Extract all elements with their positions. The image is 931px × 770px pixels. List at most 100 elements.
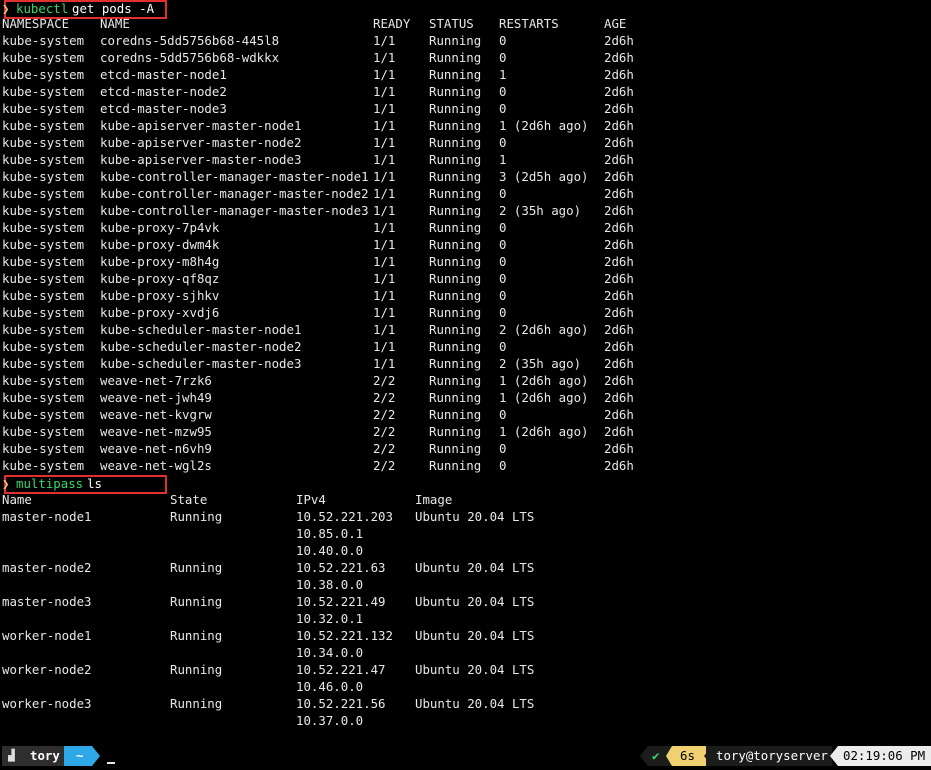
pod-namespace: kube-system (2, 458, 85, 473)
pod-namespace: kube-system (2, 169, 85, 184)
instances-table-header: Name State IPv4 Image (0, 491, 452, 508)
pod-status: Running (429, 322, 482, 337)
pod-name: etcd-master-node1 (100, 67, 227, 82)
pod-name: kube-proxy-sjhkv (100, 288, 220, 303)
col-instance-image-header: Image (415, 492, 453, 507)
instance-image: Ubuntu 20.04 LTS (415, 509, 535, 524)
instance-ipv4: 10.32.0.1 (296, 611, 364, 626)
pod-namespace: kube-system (2, 101, 85, 116)
pod-namespace: kube-system (2, 186, 85, 201)
pod-namespace: kube-system (2, 373, 85, 388)
pod-name: weave-net-jwh49 (100, 390, 212, 405)
col-status-header: STATUS (429, 16, 474, 31)
pod-ready: 2/2 (373, 424, 396, 439)
pod-namespace: kube-system (2, 356, 85, 371)
pod-restarts: 0 (499, 237, 507, 252)
prompt-host: tory@toryserver (716, 748, 828, 763)
pod-restarts: 0 (499, 441, 507, 456)
instance-state: Running (170, 662, 223, 677)
instance-ipv4: 10.40.0.0 (296, 543, 364, 558)
pod-name: kube-scheduler-master-node2 (100, 339, 302, 354)
pod-status: Running (429, 67, 482, 82)
col-instance-name-header: Name (2, 492, 32, 507)
instance-ipv4: 10.38.0.0 (296, 577, 364, 592)
pod-status: Running (429, 118, 482, 133)
pod-name: weave-net-kvgrw (100, 407, 212, 422)
pod-age: 2d6h (604, 101, 634, 116)
pod-namespace: kube-system (2, 237, 85, 252)
pod-ready: 1/1 (373, 101, 396, 116)
pod-age: 2d6h (604, 220, 634, 235)
apple-icon: ▟ (8, 749, 15, 762)
pod-age: 2d6h (604, 322, 634, 337)
instance-name: worker-node1 (2, 628, 92, 643)
text-cursor[interactable] (107, 762, 115, 764)
pod-age: 2d6h (604, 424, 634, 439)
pod-status: Running (429, 271, 482, 286)
pod-ready: 2/2 (373, 458, 396, 473)
pod-namespace: kube-system (2, 203, 85, 218)
pod-age: 2d6h (604, 135, 634, 150)
pod-age: 2d6h (604, 458, 634, 473)
instance-ipv4: 10.52.221.47 (296, 662, 386, 677)
pod-restarts: 0 (499, 254, 507, 269)
pod-restarts: 0 (499, 220, 507, 235)
pod-ready: 2/2 (373, 390, 396, 405)
pod-ready: 1/1 (373, 356, 396, 371)
pod-ready: 1/1 (373, 50, 396, 65)
pod-status: Running (429, 50, 482, 65)
pod-status: Running (429, 33, 482, 48)
pod-age: 2d6h (604, 186, 634, 201)
pod-name: weave-net-mzw95 (100, 424, 212, 439)
pod-name: kube-scheduler-master-node1 (100, 322, 302, 337)
pod-ready: 1/1 (373, 220, 396, 235)
pod-namespace: kube-system (2, 118, 85, 133)
pod-age: 2d6h (604, 152, 634, 167)
pod-name: coredns-5dd5756b68-445l8 (100, 33, 280, 48)
instance-state: Running (170, 509, 223, 524)
multipass-command-bin: multipass (16, 476, 84, 491)
pod-restarts: 0 (499, 33, 507, 48)
prompt-time: 02:19:06 PM (843, 748, 926, 763)
pod-restarts: 1 (499, 67, 507, 82)
pod-name: kube-controller-manager-master-node1 (100, 169, 369, 184)
pod-status: Running (429, 254, 482, 269)
instance-image: Ubuntu 20.04 LTS (415, 696, 535, 711)
pod-namespace: kube-system (2, 50, 85, 65)
pod-name: kube-apiserver-master-node1 (100, 118, 302, 133)
pod-status: Running (429, 407, 482, 422)
instance-ipv4: 10.52.221.49 (296, 594, 386, 609)
col-instance-state-header: State (170, 492, 208, 507)
pod-restarts: 1 (2d6h ago) (499, 424, 589, 439)
pod-namespace: kube-system (2, 288, 85, 303)
pod-ready: 1/1 (373, 118, 396, 133)
pod-restarts: 0 (499, 458, 507, 473)
pod-age: 2d6h (604, 169, 634, 184)
instance-image: Ubuntu 20.04 LTS (415, 560, 535, 575)
pod-status: Running (429, 220, 482, 235)
pod-namespace: kube-system (2, 33, 85, 48)
pod-age: 2d6h (604, 237, 634, 252)
pod-ready: 2/2 (373, 441, 396, 456)
pod-restarts: 2 (35h ago) (499, 356, 582, 371)
pod-ready: 1/1 (373, 271, 396, 286)
pod-status: Running (429, 169, 482, 184)
pod-namespace: kube-system (2, 84, 85, 99)
pod-name: weave-net-wgl2s (100, 458, 212, 473)
terminal-output[interactable]: ❯ kubectl get pods -A NAMESPACE NAME REA… (0, 0, 931, 740)
instance-name: worker-node2 (2, 662, 92, 677)
pod-age: 2d6h (604, 441, 634, 456)
instance-state: Running (170, 628, 223, 643)
command-duration: 6s (680, 748, 695, 763)
pod-namespace: kube-system (2, 322, 85, 337)
pod-ready: 1/1 (373, 339, 396, 354)
pod-restarts: 2 (35h ago) (499, 203, 582, 218)
pod-status: Running (429, 458, 482, 473)
pod-name: kube-proxy-dwm4k (100, 237, 220, 252)
col-age-header: AGE (604, 16, 627, 31)
pod-name: kube-apiserver-master-node2 (100, 135, 302, 150)
pod-restarts: 1 (2d6h ago) (499, 390, 589, 405)
instance-image: Ubuntu 20.04 LTS (415, 662, 535, 677)
pod-age: 2d6h (604, 339, 634, 354)
pod-name: kube-proxy-qf8qz (100, 271, 220, 286)
